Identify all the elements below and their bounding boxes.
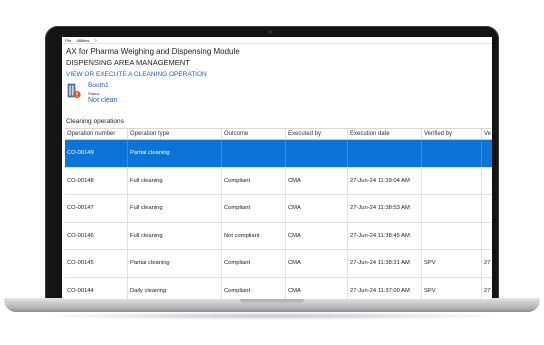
cell-executed-by	[286, 140, 348, 167]
column-header-operation-number[interactable]: Operation number	[65, 129, 128, 139]
cell-truncated	[482, 223, 492, 250]
cell-execution-date: 27-Jun-24 11:37:00 AM	[348, 277, 422, 299]
cell-outcome: Compliant	[222, 277, 286, 299]
cell-verified-by: SPV	[422, 250, 482, 277]
section-title: Cleaning operations	[66, 118, 124, 125]
cell-outcome: Compliant	[222, 167, 286, 194]
cell-execution-date: 27-Jun-24 11:39:04 AM	[348, 167, 422, 194]
menu-file[interactable]: File	[65, 38, 71, 43]
camera	[268, 30, 272, 34]
cell-operation-type: Full cleaning	[128, 167, 222, 194]
cell-executed-by: CMA	[286, 222, 348, 249]
cell-truncated	[482, 195, 492, 222]
booth-status-panel: Booth1 Status Not clean	[62, 81, 492, 109]
cell-verified-by	[422, 140, 482, 167]
menu-utilities[interactable]: Utilities	[76, 38, 89, 43]
cell-operation-number: CO-00144	[65, 277, 128, 299]
column-header-truncated[interactable]: Ve	[482, 129, 492, 139]
cell-executed-by: CMA	[286, 277, 348, 299]
cell-operation-number: CO-00149	[65, 140, 128, 167]
cell-operation-number: CO-00148	[65, 167, 128, 194]
booth-warning-icon	[67, 83, 81, 99]
cell-operation-type: Partial cleaning	[128, 250, 222, 277]
page-title: DISPENSING AREA MANAGEMENT	[66, 58, 190, 67]
cell-truncated	[482, 140, 492, 167]
table-row[interactable]: CO-00148 Full cleaning Compliant CMA 27-…	[65, 167, 492, 195]
cell-executed-by: CMA	[286, 250, 348, 277]
column-header-verified-by[interactable]: Verified by	[422, 129, 482, 139]
app-window: File Utilities ? AX for Pharma Weighing …	[62, 37, 492, 299]
cell-outcome: Compliant	[222, 250, 286, 277]
column-header-outcome[interactable]: Outcome	[222, 129, 286, 139]
cell-verified-by: SPV	[422, 277, 482, 299]
cell-operation-number: CO-00146	[65, 222, 128, 249]
table-header: Operation number Operation type Outcome …	[65, 128, 492, 140]
booth-name[interactable]: Booth1	[88, 82, 109, 89]
cell-operation-number: CO-00147	[65, 195, 128, 222]
table-row[interactable]: CO-00146 Full cleaning Not compliant CMA…	[65, 222, 492, 250]
cleaning-operations-table: Operation number Operation type Outcome …	[65, 128, 492, 299]
app-title: AX for Pharma Weighing and Dispensing Mo…	[66, 47, 240, 56]
laptop-base	[4, 298, 540, 312]
cell-execution-date	[348, 140, 422, 167]
menu-bar: File Utilities ?	[62, 37, 492, 44]
cell-verified-by	[422, 222, 482, 249]
cell-execution-date: 27-Jun-24 11:38:45 AM	[348, 222, 422, 249]
cell-execution-date: 27-Jun-24 11:38:53 AM	[348, 195, 422, 222]
cell-executed-by: CMA	[286, 167, 348, 194]
cell-operation-type: Daily cleaning	[128, 277, 222, 299]
table-row[interactable]: CO-00145 Partial cleaning Compliant CMA …	[65, 250, 492, 278]
cell-executed-by: CMA	[286, 195, 348, 222]
cell-operation-type: Partial cleaning	[128, 140, 222, 167]
column-header-executed-by[interactable]: Executed by	[286, 129, 348, 139]
column-header-execution-date[interactable]: Execution date	[348, 129, 422, 139]
cell-operation-number: CO-00145	[65, 250, 128, 277]
cell-verified-by	[422, 195, 482, 222]
status-value: Not clean	[88, 97, 118, 104]
cell-operation-type: Full cleaning	[128, 222, 222, 249]
table-row[interactable]: CO-00147 Full cleaning Compliant CMA 27-…	[65, 195, 492, 223]
cell-truncated: 27	[484, 260, 491, 266]
column-header-operation-type[interactable]: Operation type	[128, 129, 222, 139]
cell-outcome: Compliant	[222, 195, 286, 222]
cell-truncated	[482, 168, 492, 195]
cell-truncated: 27	[484, 287, 491, 294]
status-label: Status	[88, 91, 100, 96]
cell-outcome	[222, 140, 286, 167]
cell-outcome: Not compliant	[222, 222, 286, 249]
table-row-selected[interactable]: CO-00149 Partial cleaning	[65, 140, 492, 168]
cell-verified-by	[422, 167, 482, 194]
cell-execution-date: 27-Jun-24 11:38:31 AM	[348, 250, 422, 277]
table-row[interactable]: CO-00144 Daily cleaning Compliant CMA 27…	[65, 277, 492, 299]
cell-operation-type: Full cleaning	[128, 195, 222, 222]
menu-help[interactable]: ?	[94, 38, 96, 43]
cleaning-operation-link[interactable]: VIEW OR EXECUTE A CLEANING OPERATION	[62, 70, 492, 79]
laptop-shadow	[30, 312, 514, 320]
